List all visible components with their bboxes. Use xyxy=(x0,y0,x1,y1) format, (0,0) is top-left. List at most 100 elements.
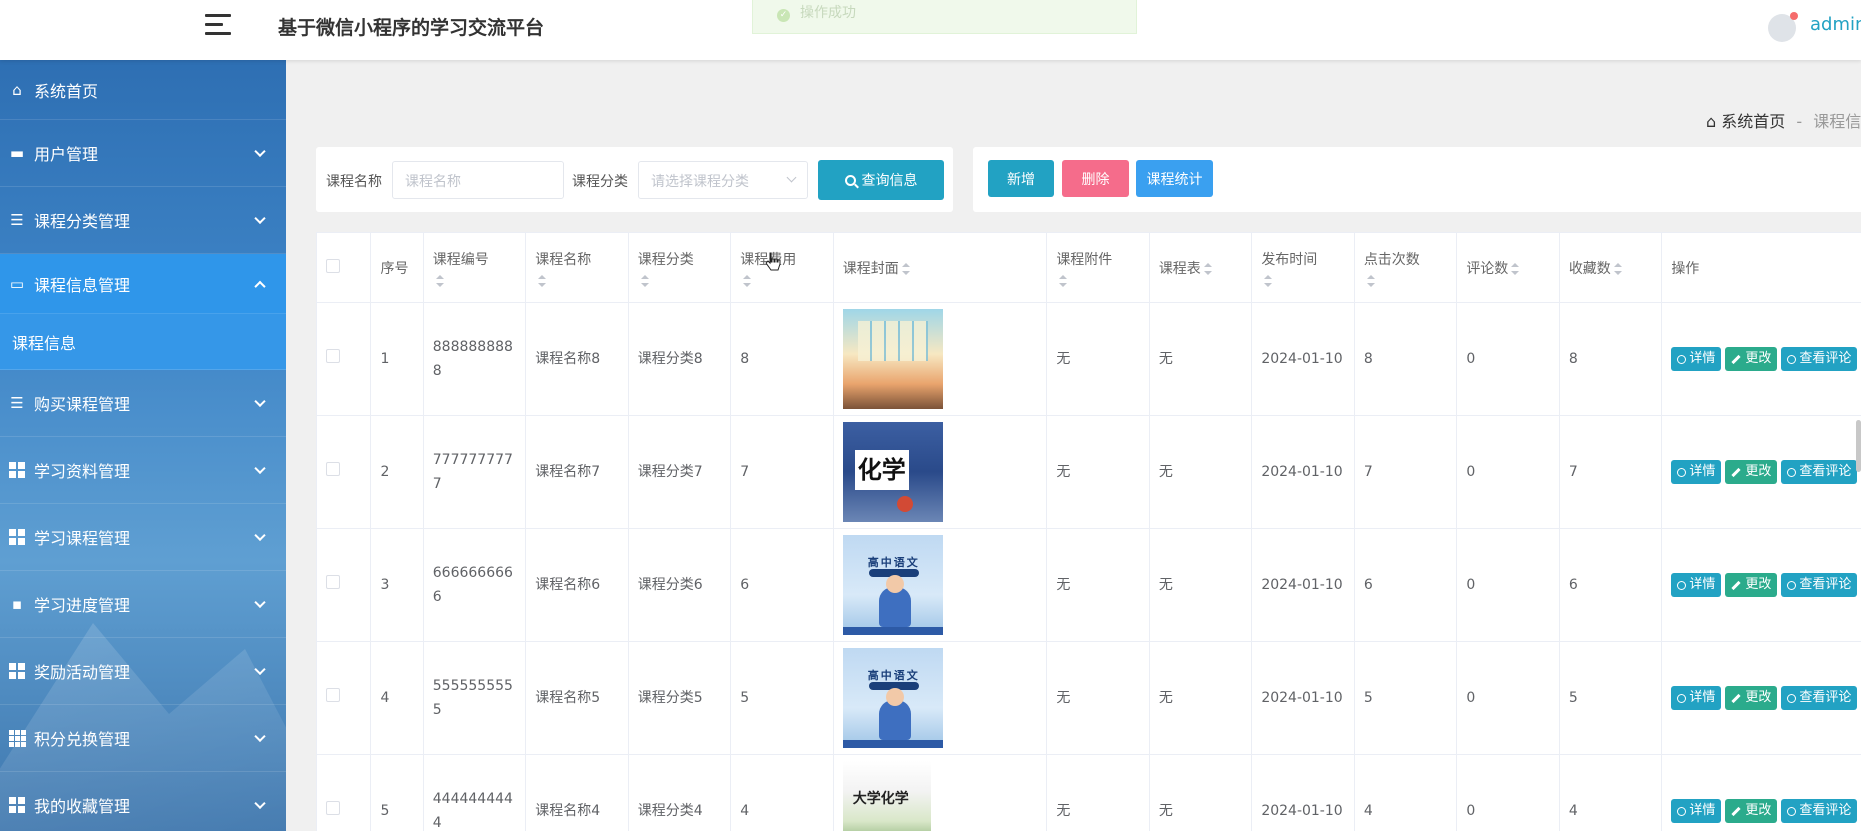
search-icon xyxy=(1787,806,1797,816)
query-button[interactable]: 查询信息 xyxy=(818,160,944,200)
sidebar-item-favorites[interactable]: 我的收藏管理 xyxy=(0,772,286,831)
cell-clicks: 4 xyxy=(1353,754,1458,831)
view-comments-button[interactable]: 查看评论 xyxy=(1781,460,1858,484)
header-favorites[interactable]: 收藏数 xyxy=(1558,232,1663,303)
row-checkbox[interactable] xyxy=(326,801,340,815)
cell-ops: 详情更改查看评论×移除 xyxy=(1661,415,1861,529)
view-comments-button[interactable]: 查看评论 xyxy=(1781,347,1858,371)
cover-image[interactable] xyxy=(842,309,943,409)
sort-icon[interactable] xyxy=(435,274,444,288)
course-name-label: 课程名称 xyxy=(326,174,382,190)
sidebar-item-study-courses[interactable]: 学习课程管理 xyxy=(0,504,286,571)
select-all-checkbox[interactable] xyxy=(326,258,340,273)
sidebar-item-materials[interactable]: 学习资料管理 xyxy=(0,437,286,504)
sidebar-item-users[interactable]: ▬ 用户管理 xyxy=(0,120,286,187)
sidebar-item-purchase[interactable]: ☰ 购买课程管理 xyxy=(0,370,286,437)
detail-label: 详情 xyxy=(1689,464,1716,479)
detail-button[interactable]: 详情 xyxy=(1671,686,1722,710)
sidebar-item-course-category[interactable]: ☰ 课程分类管理 xyxy=(0,187,286,254)
sidebar-item-points[interactable]: 积分兑换管理 xyxy=(0,705,286,772)
row-select-cell[interactable] xyxy=(316,641,372,755)
cover-image[interactable]: 高中语文 xyxy=(842,648,943,748)
header-label: 课程表 xyxy=(1158,260,1201,277)
edit-button[interactable]: 更改 xyxy=(1725,460,1778,484)
header-comments[interactable]: 评论数 xyxy=(1456,232,1560,303)
add-button[interactable]: 新增 xyxy=(988,160,1054,197)
course-name-input[interactable]: 课程名称 xyxy=(392,161,564,199)
search-panel: 课程名称 课程名称 课程分类 请选择课程分类 查询信息 xyxy=(316,147,953,212)
header-code[interactable]: 课程编号 xyxy=(422,232,527,303)
edit-button[interactable]: 更改 xyxy=(1725,686,1778,710)
sort-icon[interactable] xyxy=(1203,262,1212,276)
cell-attachment: 无 xyxy=(1046,415,1150,529)
cell-fee: 4 xyxy=(730,754,834,831)
sidebar-item-course-info[interactable]: ▭ 课程信息管理 xyxy=(0,254,286,314)
edit-label: 更改 xyxy=(1745,690,1772,705)
course-category-select[interactable]: 请选择课程分类 xyxy=(638,161,808,199)
sidebar-subitem-course-info[interactable]: 课程信息 xyxy=(0,314,286,370)
cover-image[interactable]: 大学化学 xyxy=(842,761,931,831)
row-checkbox[interactable] xyxy=(326,688,340,702)
row-select-cell[interactable] xyxy=(316,754,372,831)
row-select-cell[interactable] xyxy=(316,415,372,529)
cover-image[interactable]: 高中语文 xyxy=(842,535,943,635)
delete-button[interactable]: 删除 xyxy=(1062,160,1129,197)
avatar[interactable] xyxy=(1768,12,1798,42)
header-clicks[interactable]: 点击次数 xyxy=(1353,232,1458,303)
edit-button[interactable]: 更改 xyxy=(1725,799,1778,823)
header-name[interactable]: 课程名称 xyxy=(525,232,629,303)
detail-button[interactable]: 详情 xyxy=(1671,573,1722,597)
scrollbar[interactable] xyxy=(1856,420,1861,472)
sort-icon[interactable] xyxy=(1511,262,1520,276)
course-stats-button[interactable]: 课程统计 xyxy=(1136,160,1213,197)
row-select-cell[interactable] xyxy=(316,302,372,416)
detail-button[interactable]: 详情 xyxy=(1671,347,1722,371)
top-header: 基于微信小程序的学习交流平台 ✓ 操作成功 admin xyxy=(0,0,1861,60)
header-publish[interactable]: 发布时间 xyxy=(1251,232,1355,303)
header-category[interactable]: 课程分类 xyxy=(627,232,732,303)
edit-label: 更改 xyxy=(1745,351,1772,366)
cell-index: 5 xyxy=(370,754,424,831)
edit-button[interactable]: 更改 xyxy=(1725,573,1778,597)
header-schedule[interactable]: 课程表 xyxy=(1148,232,1253,303)
detail-button[interactable]: 详情 xyxy=(1671,460,1722,484)
sort-icon[interactable] xyxy=(743,274,752,288)
sort-icon[interactable] xyxy=(1059,274,1068,288)
sidebar-item-home[interactable]: ⌂ 系统首页 xyxy=(0,60,286,120)
search-icon xyxy=(1787,693,1797,703)
cell-ops: 详情更改查看评论×移除 xyxy=(1661,528,1861,642)
select-all-cell[interactable] xyxy=(316,232,372,303)
header-cover[interactable]: 课程封面 xyxy=(832,232,1048,303)
breadcrumb-home[interactable]: 系统首页 xyxy=(1721,112,1785,131)
view-comments-button[interactable]: 查看评论 xyxy=(1781,686,1858,710)
sidebar-item-progress[interactable]: ▪ 学习进度管理 xyxy=(0,571,286,638)
user-name[interactable]: admin xyxy=(1810,14,1861,35)
row-checkbox[interactable] xyxy=(326,349,340,363)
cell-category: 课程分类6 xyxy=(627,528,732,642)
menu-toggle-icon[interactable] xyxy=(205,14,231,38)
sidebar-item-label: 系统首页 xyxy=(34,81,99,101)
sidebar-item-label: 课程分类管理 xyxy=(34,212,131,231)
cell-cover: 大学化学 xyxy=(832,754,1048,831)
edit-button[interactable]: 更改 xyxy=(1725,347,1778,371)
view-comments-button[interactable]: 查看评论 xyxy=(1781,799,1858,823)
sort-icon[interactable] xyxy=(1366,274,1375,288)
row-checkbox[interactable] xyxy=(326,462,340,476)
sort-icon[interactable] xyxy=(1264,274,1273,288)
sort-icon[interactable] xyxy=(901,262,910,276)
sort-icon[interactable] xyxy=(640,274,649,288)
header-attachment[interactable]: 课程附件 xyxy=(1046,232,1150,303)
header-label: 序号 xyxy=(380,260,409,277)
sidebar-item-rewards[interactable]: 奖励活动管理 xyxy=(0,638,286,705)
header-fee[interactable]: 课程费用 xyxy=(730,232,834,303)
detail-button[interactable]: 详情 xyxy=(1671,799,1722,823)
course-table: 序号 课程编号 课程名称 课程分类 课程费用 课程封面 课程附件 课程表 发布时… xyxy=(316,232,1861,831)
view-comments-button[interactable]: 查看评论 xyxy=(1781,573,1858,597)
cover-image[interactable]: 化学 xyxy=(842,422,943,522)
breadcrumb: ⌂ 系统首页 - 课程信 xyxy=(1706,108,1861,132)
row-select-cell[interactable] xyxy=(316,528,372,642)
sort-icon[interactable] xyxy=(1613,262,1622,276)
cell-comments: 0 xyxy=(1456,641,1560,755)
sort-icon[interactable] xyxy=(538,274,547,288)
row-checkbox[interactable] xyxy=(326,575,340,589)
